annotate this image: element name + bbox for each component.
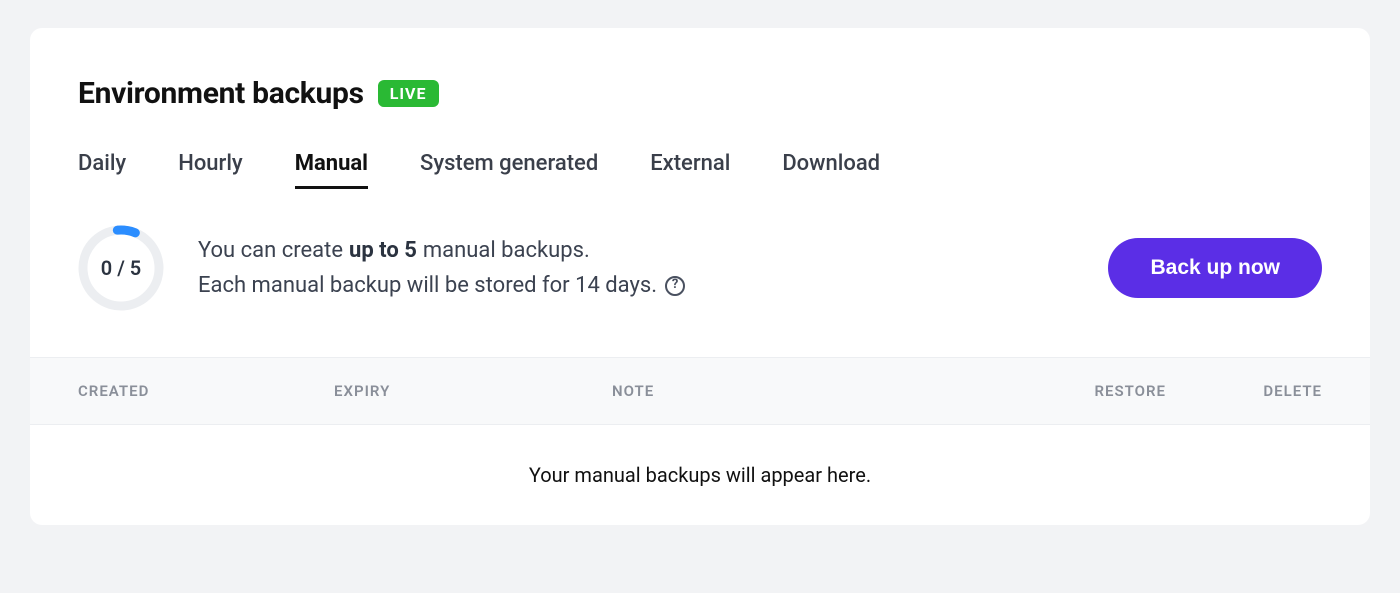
description-line-2: Each manual backup will be stored for 14… (198, 268, 1074, 303)
table-empty-state: Your manual backups will appear here. (30, 425, 1370, 525)
column-header-delete: DELETE (1222, 382, 1322, 400)
description-line-1: You can create up to 5 manual backups. (198, 233, 1074, 268)
text: Each manual backup will be stored for 14… (198, 268, 657, 303)
column-header-expiry: EXPIRY (334, 382, 612, 400)
page-title: Environment backups (78, 76, 364, 111)
live-badge: LIVE (378, 80, 439, 107)
column-header-restore: RESTORE (1082, 382, 1222, 400)
tab-download[interactable]: Download (782, 151, 880, 189)
card-inner: Environment backups LIVE Daily Hourly Ma… (30, 28, 1370, 311)
description: You can create up to 5 manual backups. E… (198, 233, 1074, 303)
backups-card: Environment backups LIVE Daily Hourly Ma… (30, 28, 1370, 525)
header-row: Environment backups LIVE (78, 76, 1322, 111)
backup-now-button[interactable]: Back up now (1108, 238, 1322, 298)
tab-system-generated[interactable]: System generated (420, 151, 598, 189)
column-header-note: NOTE (612, 382, 1082, 400)
column-header-created: CREATED (78, 382, 334, 400)
text: manual backups. (423, 233, 590, 268)
table-header: CREATED EXPIRY NOTE RESTORE DELETE (30, 357, 1370, 425)
tab-hourly[interactable]: Hourly (178, 151, 243, 189)
text: You can create (198, 233, 343, 268)
tab-daily[interactable]: Daily (78, 151, 126, 189)
tab-manual[interactable]: Manual (295, 151, 368, 189)
help-icon[interactable]: ? (665, 276, 685, 296)
text-bold: up to 5 (349, 233, 417, 268)
progress-label: 0 / 5 (101, 256, 141, 280)
info-row: 0 / 5 You can create up to 5 manual back… (78, 225, 1322, 311)
progress-circle: 0 / 5 (78, 225, 164, 311)
tabs: Daily Hourly Manual System generated Ext… (78, 151, 1322, 189)
tab-external[interactable]: External (650, 151, 730, 189)
